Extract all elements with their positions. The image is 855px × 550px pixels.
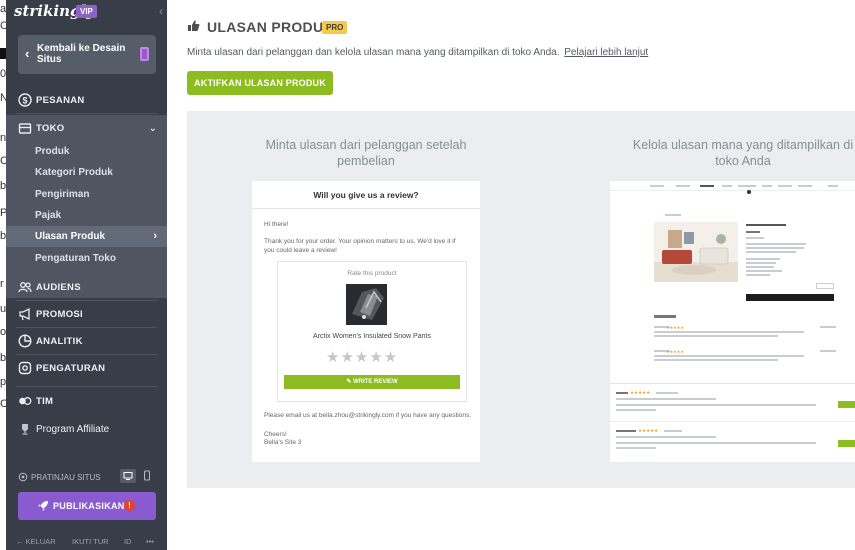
approve-button-mock [838, 401, 855, 408]
email-body: Thank you for your order. Your opinion m… [264, 238, 456, 254]
review-management-mock: ★★★★★ ★★★★★ [610, 383, 855, 462]
write-review-button[interactable]: ✎ WRITE REVIEW [284, 375, 460, 389]
team-icon [19, 397, 32, 405]
page-description: Minta ulasan dari pelanggan dan kelola u… [187, 47, 648, 58]
submenu-item-products[interactable]: Produk [6, 141, 167, 162]
submenu-label: Ulasan Produk [35, 231, 106, 242]
submenu-label: Pengaturan Toko [35, 253, 116, 264]
submenu-label: Pajak [35, 210, 62, 221]
desktop-icon [123, 472, 133, 480]
store-reviews-screenshot: ★★★★★ ★★★★★ ★★★★★ ★★★★★ [610, 181, 855, 462]
nav-item-settings[interactable]: PENGATURAN [6, 355, 167, 381]
nav-item-audience[interactable]: AUDIENS [6, 274, 167, 300]
alert-icon: ! [124, 500, 135, 511]
nav-label: AUDIENS [36, 282, 81, 293]
analytics-icon [18, 334, 32, 348]
nav-label: ANALITIK [36, 336, 83, 347]
email-header: Will you give us a review? [252, 181, 480, 209]
submenu-item-product-categories[interactable]: Kategori Produk [6, 162, 167, 183]
audience-icon [18, 282, 32, 293]
submenu-item-product-reviews[interactable]: Ulasan Produk › [6, 226, 167, 247]
add-to-cart-mock [746, 294, 834, 301]
back-to-design-button[interactable]: ‹ Kembali ke Desain Situs [18, 35, 156, 74]
megaphone-icon [19, 307, 30, 321]
email-signature: Bella's Site 3 [264, 439, 302, 446]
nav-label: Program Affiliate [36, 424, 110, 435]
approve-button-mock [838, 440, 855, 447]
main-content: ULASAN PRODUK PRO Minta ulasan dari pela… [167, 0, 855, 550]
nav-label: PESANAN [36, 95, 85, 106]
review-email-preview: Will you give us a review? Hi there! Tha… [252, 181, 480, 462]
trophy-icon [22, 424, 28, 435]
nav-label: TIM [36, 396, 54, 407]
email-contact: Please email us at bella.zhou@strikingly… [264, 412, 472, 419]
preview-label: PRATINJAU SITUS [31, 473, 101, 482]
nav-label: PROMOSI [36, 309, 83, 320]
tour-link[interactable]: IKUTI TUR [72, 537, 109, 546]
email-greeting: Hi there! [264, 221, 289, 228]
product-name: Arctix Women's Insulated Snow Pants [313, 333, 431, 340]
chevron-left-icon: ‹ [25, 46, 30, 61]
nav-item-orders[interactable]: $ PESANAN [6, 87, 167, 113]
submenu-item-tax[interactable]: Pajak [6, 205, 167, 226]
logout-link[interactable]: ← KELUAR [16, 537, 56, 546]
nav-item-team[interactable]: TIM [6, 388, 167, 414]
pro-badge: PRO [322, 21, 348, 34]
right-caption: Kelola ulasan mana yang ditampilkan di t… [632, 138, 854, 168]
left-caption: Minta ulasan dari pelanggan setelah pemb… [265, 138, 467, 168]
chevron-right-icon: › [153, 230, 157, 242]
language-switcher[interactable]: ID [124, 537, 132, 546]
rocket-icon [38, 501, 48, 511]
more-icon[interactable]: ••• [146, 537, 154, 546]
logout-label: KELUAR [25, 537, 56, 546]
nav-item-analytics[interactable]: ANALITIK [6, 328, 167, 354]
thumbs-up-icon [188, 20, 200, 31]
submenu-item-shipping[interactable]: Pengiriman [6, 184, 167, 205]
nav-label: TOKO [36, 123, 65, 134]
submenu-label: Pengiriman [35, 189, 90, 200]
nav-item-affiliate-program[interactable]: Program Affiliate [6, 416, 167, 442]
product-photo-mock [654, 222, 738, 282]
submenu-label: Kategori Produk [35, 167, 113, 178]
dollar-icon: $ [18, 93, 32, 107]
rating-stars[interactable]: ★★★★★ [326, 348, 398, 366]
vip-badge: VIP [76, 5, 97, 18]
divider [16, 113, 157, 114]
nav-item-promotion[interactable]: PROMOSI [6, 301, 167, 327]
mobile-icon [144, 470, 150, 481]
store-navbar-mock [610, 181, 855, 191]
sidebar: strikingly VIP ‹ ‹ Kembali ke Desain Sit… [6, 0, 167, 550]
product-image [346, 284, 387, 325]
mobile-preview-button[interactable] [139, 469, 155, 483]
submenu-label: Produk [35, 146, 70, 157]
divider [16, 386, 157, 387]
collapse-sidebar-icon[interactable]: ‹ [159, 4, 163, 18]
nav-item-store[interactable]: TOKO ⌄ [6, 115, 167, 141]
nav-label: PENGATURAN [36, 363, 106, 374]
feature-preview-panel: Minta ulasan dari pelanggan setelah pemb… [187, 111, 855, 488]
activate-reviews-button[interactable]: AKTIFKAN ULASAN PRODUK [187, 71, 333, 95]
back-button-label: Kembali ke Desain Situs [37, 43, 126, 65]
learn-more-link[interactable]: Pelajari lebih lanjut [564, 47, 648, 58]
submenu-item-store-settings[interactable]: Pengaturan Toko [6, 248, 167, 269]
description-text: Minta ulasan dari pelanggan dan kelola u… [187, 47, 560, 58]
store-icon [18, 123, 32, 134]
svg-text:$: $ [22, 96, 27, 106]
rate-label: Rate this product [347, 270, 397, 277]
publish-button[interactable]: PUBLIKASIKAN ! [18, 492, 156, 520]
publish-label: PUBLIKASIKAN [53, 501, 125, 511]
chevron-down-icon: ⌄ [148, 123, 157, 134]
gear-icon [18, 361, 32, 375]
mobile-device-icon [140, 47, 149, 61]
desktop-preview-button[interactable] [120, 469, 136, 483]
cursor-dot [747, 190, 751, 194]
rate-product-box: Rate this product Arctix Women's Insulat… [277, 261, 467, 402]
page-title: ULASAN PRODUK [207, 19, 334, 35]
eye-icon [18, 472, 28, 482]
